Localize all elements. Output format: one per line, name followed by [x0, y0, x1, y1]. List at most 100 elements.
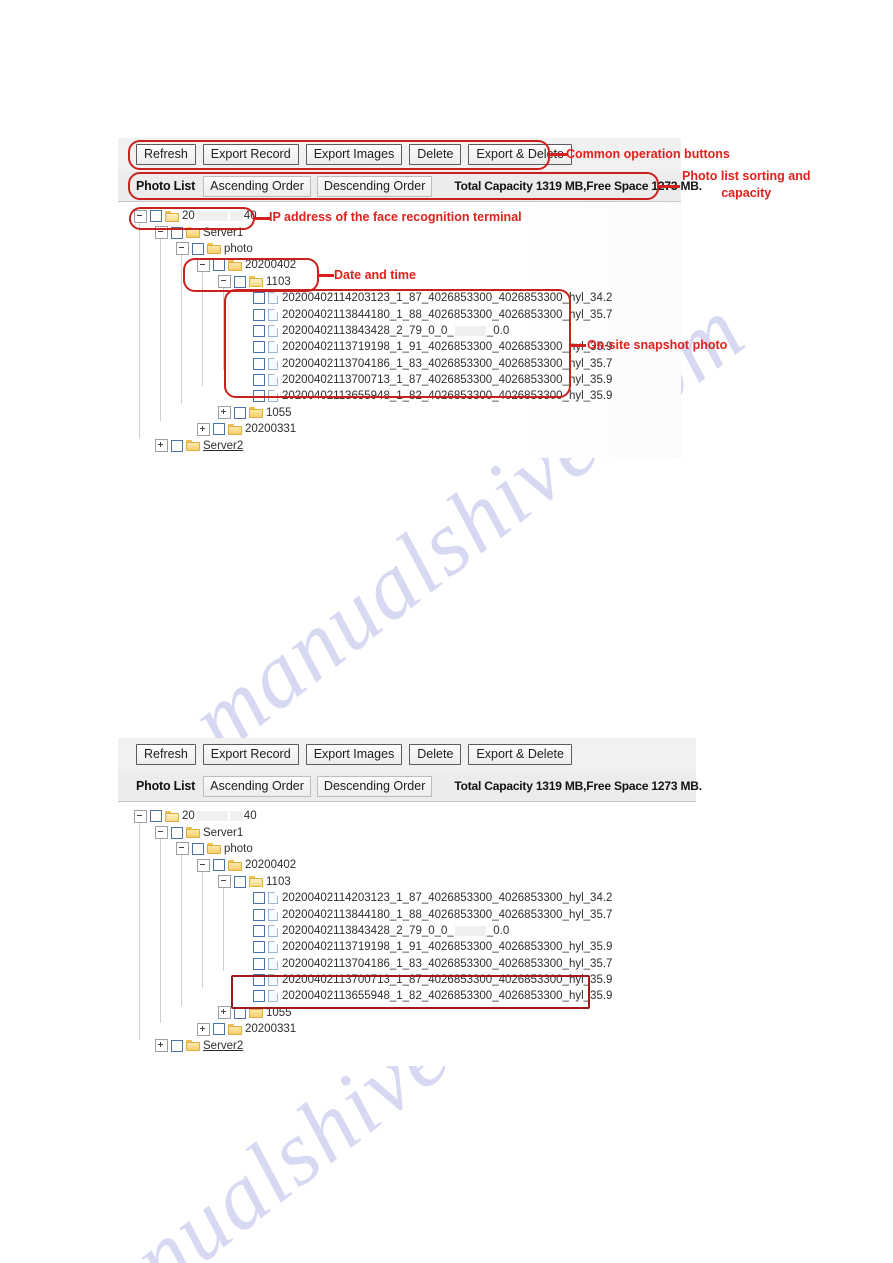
file-name-label: 20200402113844180_1_88_4026853300_402685… — [282, 908, 613, 921]
tree-node-file[interactable]: 20200402113700713_1_87_4026853300_402685… — [134, 972, 696, 988]
tree-node-file[interactable]: 20200402113719198_1_91_4026853300_402685… — [134, 939, 696, 955]
collapse-icon[interactable] — [176, 842, 189, 856]
tree-node-file[interactable]: 20200402113844180_1_88_4026853300_402685… — [134, 306, 681, 322]
collapse-icon[interactable] — [155, 826, 168, 840]
collapse-icon[interactable] — [218, 875, 231, 889]
expand-icon[interactable] — [155, 439, 168, 453]
expand-icon[interactable] — [218, 406, 231, 420]
node-checkbox[interactable] — [234, 275, 246, 288]
node-checkbox[interactable] — [150, 210, 162, 223]
spacer-icon — [239, 942, 250, 953]
node-checkbox[interactable] — [253, 908, 265, 921]
node-checkbox[interactable] — [253, 990, 265, 1003]
collapse-icon[interactable] — [197, 858, 210, 872]
tree-node-1055[interactable]: 1055 — [134, 405, 681, 421]
folder-icon — [228, 1023, 242, 1035]
export-images-button[interactable]: Export Images — [305, 144, 403, 165]
expand-icon[interactable] — [197, 422, 210, 436]
tree-node-file[interactable]: 20200402113844180_1_88_4026853300_402685… — [134, 906, 696, 922]
expand-icon[interactable] — [155, 1039, 168, 1053]
node-checkbox[interactable] — [253, 292, 265, 305]
collapse-icon[interactable] — [134, 209, 147, 223]
node-checkbox[interactable] — [253, 941, 265, 954]
tree-node-file[interactable]: 20200402114203123_1_87_4026853300_402685… — [134, 890, 696, 906]
leader-line — [549, 153, 567, 156]
tree-node-label: 20 40 — [182, 810, 257, 823]
node-checkbox[interactable] — [213, 859, 225, 872]
node-checkbox[interactable] — [253, 892, 265, 905]
node-checkbox[interactable] — [253, 324, 265, 337]
node-checkbox[interactable] — [213, 259, 225, 272]
node-checkbox[interactable] — [192, 842, 204, 855]
refresh-button[interactable]: Refresh — [136, 744, 196, 765]
tree-node-file[interactable]: 20200402113704186_1_83_4026853300_402685… — [134, 356, 681, 372]
node-checkbox[interactable] — [234, 1006, 246, 1019]
tree-node-label[interactable]: Server2 — [203, 440, 243, 452]
node-checkbox[interactable] — [253, 924, 265, 937]
photo-file-tree-container[interactable]: 20 40 Server1 photo 20200402 1103 202004… — [118, 202, 681, 458]
node-checkbox[interactable] — [253, 974, 265, 987]
tree-node-ip-root[interactable]: 20 40 — [134, 808, 696, 824]
collapse-icon[interactable] — [197, 258, 210, 272]
node-checkbox[interactable] — [213, 1023, 225, 1036]
folder-icon — [186, 1040, 200, 1052]
export-record-button[interactable]: Export Record — [202, 744, 299, 765]
node-checkbox[interactable] — [171, 439, 183, 452]
node-checkbox[interactable] — [234, 875, 246, 888]
file-name-label: 20200402114203123_1_87_4026853300_402685… — [282, 292, 613, 305]
export-and-delete-button[interactable]: Export & Delete — [468, 744, 572, 765]
export-record-button[interactable]: Export Record — [202, 144, 299, 165]
delete-button[interactable]: Delete — [409, 144, 462, 165]
tree-node-file[interactable]: 20200402113700713_1_87_4026853300_402685… — [134, 372, 681, 388]
tree-node-server2[interactable]: Server2 — [134, 1037, 696, 1053]
node-checkbox[interactable] — [253, 957, 265, 970]
collapse-icon[interactable] — [134, 809, 147, 823]
tree-node-photo[interactable]: photo — [134, 841, 696, 857]
node-checkbox[interactable] — [171, 826, 183, 839]
tree-node-server2[interactable]: Server2 — [134, 437, 681, 453]
tree-node-file[interactable]: 20200402113843428_2_79_0_0_ _0.0 — [134, 923, 696, 939]
node-checkbox[interactable] — [234, 406, 246, 419]
tree-node-20200331[interactable]: 20200331 — [134, 421, 681, 437]
node-checkbox[interactable] — [253, 374, 265, 387]
node-checkbox[interactable] — [253, 341, 265, 354]
capacity-status-text: Total Capacity 1319 MB,Free Space 1273 M… — [454, 779, 702, 793]
node-checkbox[interactable] — [171, 226, 183, 239]
tree-node-20200402[interactable]: 20200402 — [134, 857, 696, 873]
collapse-icon[interactable] — [155, 226, 168, 240]
expand-icon[interactable] — [218, 1006, 231, 1020]
photo-file-tree-container[interactable]: 20 40 Server1 photo 20200402 1103 202004… — [118, 802, 696, 1066]
node-checkbox[interactable] — [192, 242, 204, 255]
tree-node-file[interactable]: 20200402113704186_1_83_4026853300_402685… — [134, 956, 696, 972]
descending-order-button[interactable]: Descending Order — [316, 775, 433, 797]
node-checkbox[interactable] — [213, 423, 225, 436]
node-checkbox[interactable] — [253, 390, 265, 403]
tree-node-server1[interactable]: Server1 — [134, 824, 696, 840]
collapse-icon[interactable] — [218, 275, 231, 289]
export-images-button[interactable]: Export Images — [305, 744, 403, 765]
redaction-block — [229, 211, 243, 222]
collapse-icon[interactable] — [176, 242, 189, 256]
refresh-button[interactable]: Refresh — [136, 144, 196, 165]
spacer-icon — [239, 309, 250, 320]
tree-node-20200331[interactable]: 20200331 — [134, 1021, 696, 1037]
tree-node-label[interactable]: Server2 — [203, 1040, 243, 1052]
file-icon — [268, 308, 278, 321]
expand-icon[interactable] — [197, 1022, 210, 1036]
tree-node-file[interactable]: 20200402114203123_1_87_4026853300_402685… — [134, 290, 681, 306]
node-checkbox[interactable] — [171, 1039, 183, 1052]
tree-node-file[interactable]: 20200402113655948_1_82_4026853300_402685… — [134, 988, 696, 1004]
delete-button[interactable]: Delete — [409, 744, 462, 765]
ascending-order-button[interactable]: Ascending Order — [203, 775, 311, 797]
node-checkbox[interactable] — [253, 357, 265, 370]
node-checkbox[interactable] — [253, 308, 265, 321]
tree-node-photo[interactable]: photo — [134, 241, 681, 257]
tree-node-server1[interactable]: Server1 — [134, 224, 681, 240]
ascending-order-button[interactable]: Ascending Order — [203, 175, 311, 197]
tree-node-file[interactable]: 20200402113655948_1_82_4026853300_402685… — [134, 388, 681, 404]
descending-order-button[interactable]: Descending Order — [316, 175, 433, 197]
tree-node-1103[interactable]: 1103 — [134, 874, 696, 890]
spacer-icon — [239, 893, 250, 904]
tree-node-1055[interactable]: 1055 — [134, 1005, 696, 1021]
node-checkbox[interactable] — [150, 810, 162, 823]
